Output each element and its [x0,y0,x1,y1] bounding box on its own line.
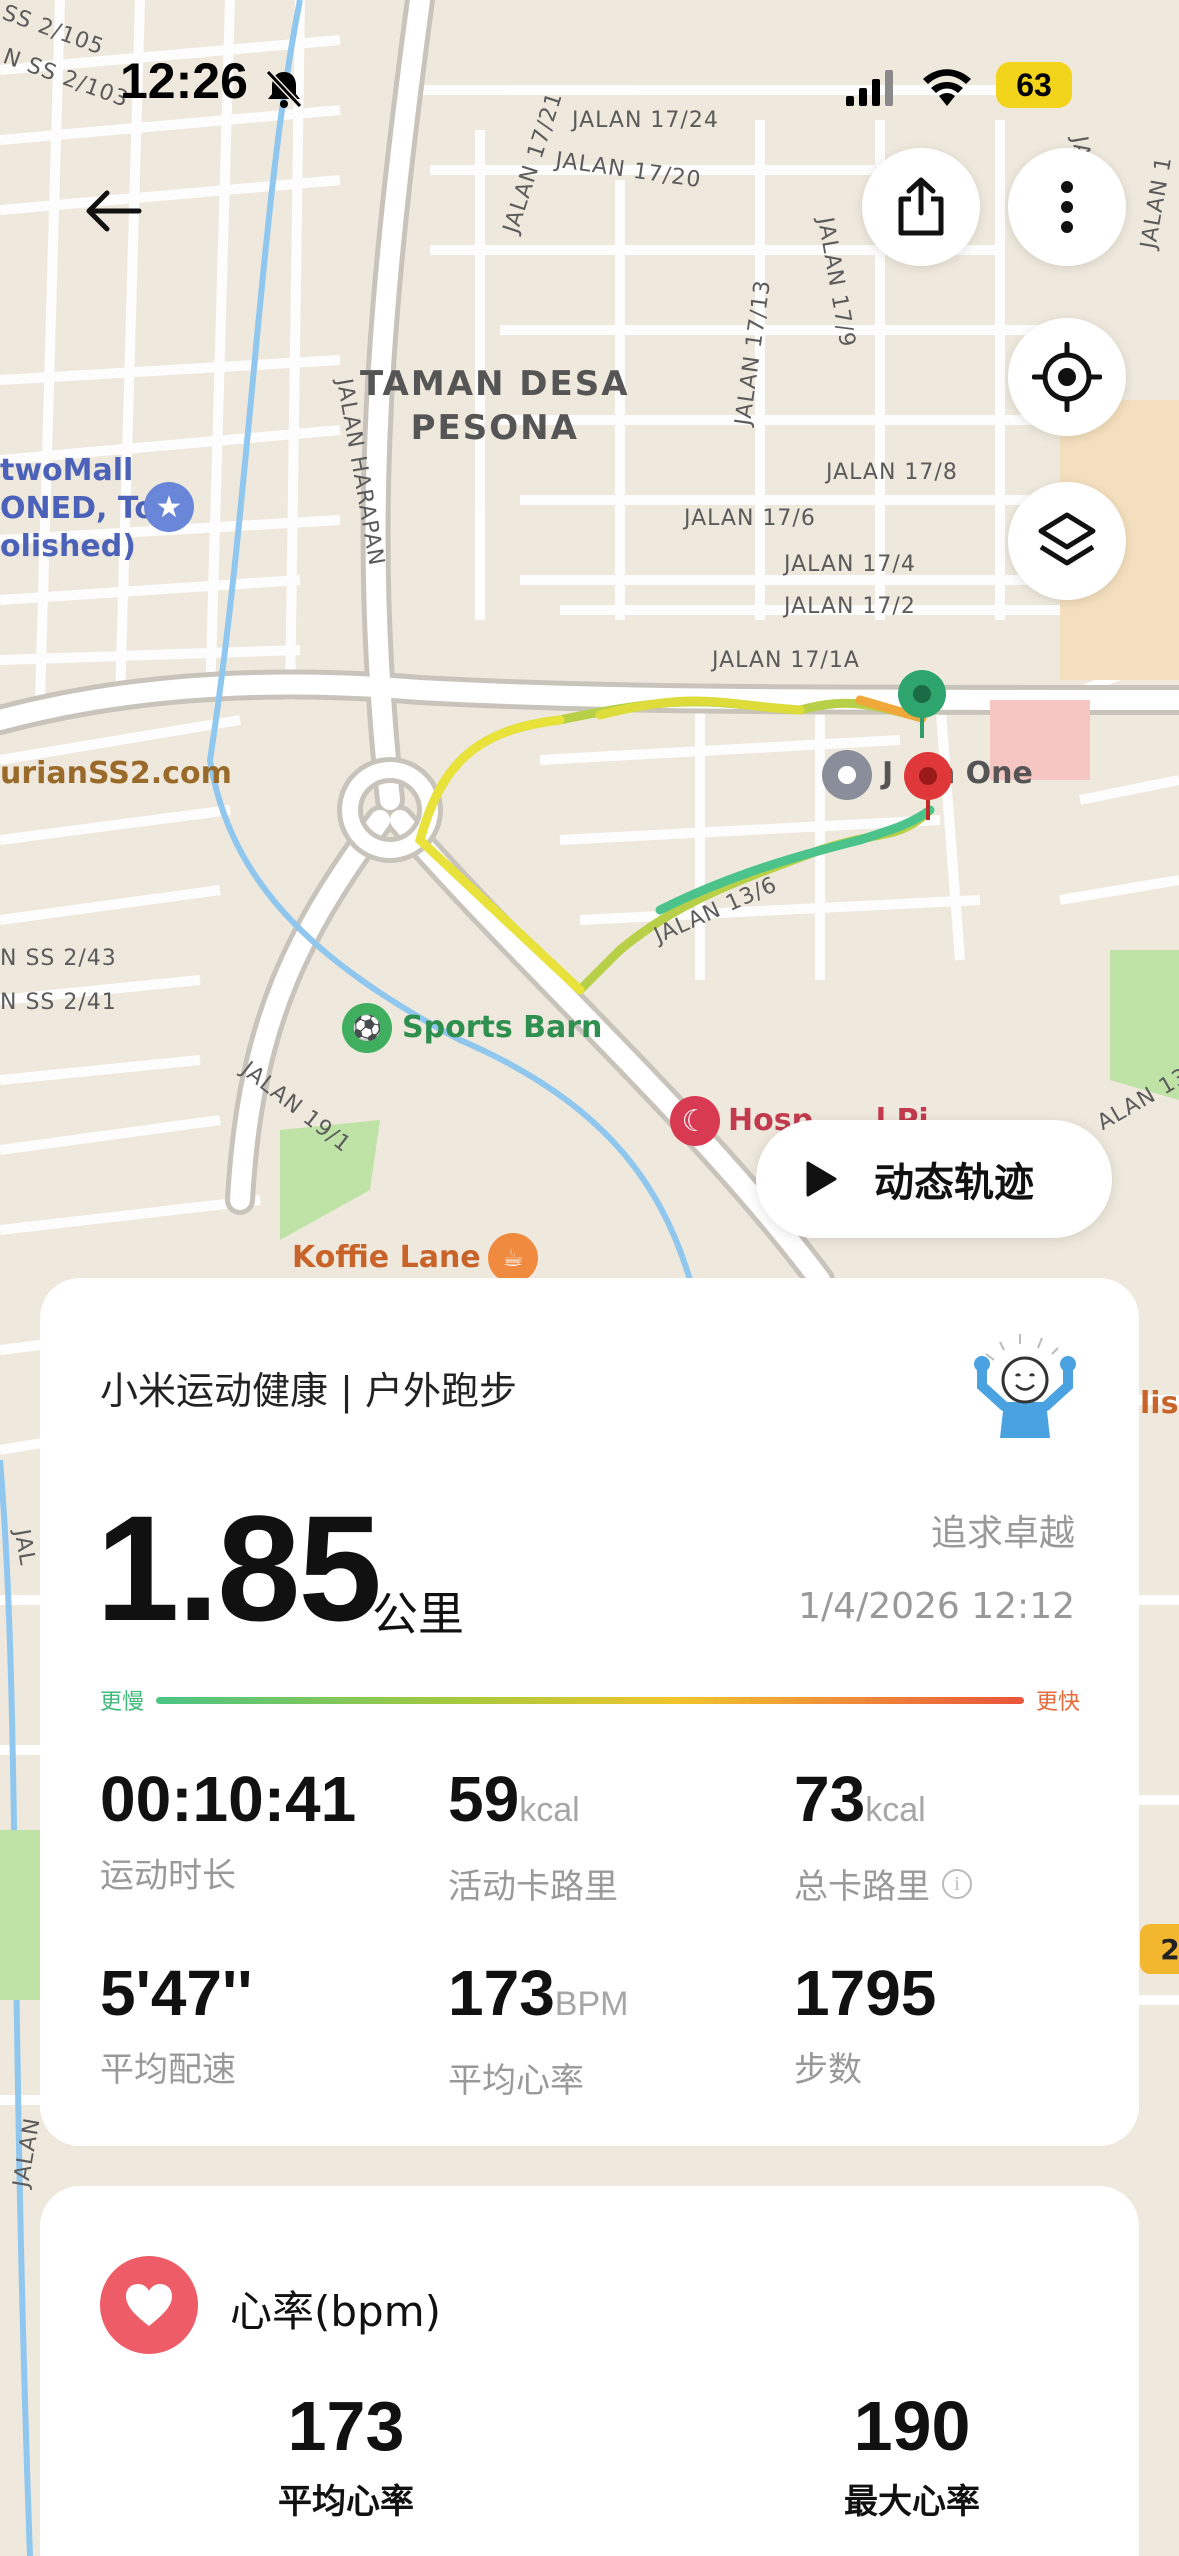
stat-value: 5'47'' [100,1957,253,2029]
stat-value: 59 [448,1763,520,1835]
track-replay-button[interactable]: 动态轨迹 [756,1120,1112,1238]
layers-button[interactable] [1008,482,1126,600]
stat-unit: kcal [519,1791,580,1829]
stat-label: 步数 [794,2050,862,2090]
bell-off-icon [262,66,306,110]
distance-unit: 公里 [372,1587,464,1641]
stat-steps: 1795 步数 [794,1958,1124,2091]
stat-label: 平均心率 [448,2061,584,2101]
battery-icon: 63 [996,62,1072,108]
poi-sports-barn-label[interactable]: Sports Barn [402,1010,602,1045]
avg-heart-rate-value: 173 [287,2387,405,2465]
heart-icon [100,2256,198,2354]
locate-target-icon [1032,342,1102,412]
stat-label: 活动卡路里 [448,1867,618,1907]
status-bar: 12:26 63 [0,0,1179,150]
heart-rate-title: 心率(bpm) [230,2287,442,2336]
street-label: N SS 2/41 [0,990,117,1015]
start-marker-icon[interactable] [896,668,948,740]
end-marker-icon[interactable] [902,750,954,822]
max-heart-rate-label: 最大心率 [844,2482,980,2522]
avg-heart-rate-label: 平均心率 [278,2482,414,2522]
mascot-icon [970,1330,1080,1440]
stat-duration: 00:10:41 运动时长 [100,1764,430,1897]
stat-label: 平均配速 [100,2050,236,2090]
street-label: JALAN 17/4 [784,552,916,577]
stat-value: 173 [448,1957,555,2029]
pace-slow-label: 更慢 [100,1690,145,1715]
stat-total-calories: 73kcal 总卡路里 i [794,1764,1124,1908]
stat-avg-pace: 5'47'' 平均配速 [100,1958,430,2091]
share-icon [898,177,944,236]
pace-fast-label: 更快 [1035,1690,1080,1715]
more-vertical-icon [1061,181,1073,233]
pace-legend: 更慢 更快 [100,1684,1080,1720]
hospital-icon[interactable]: ☾ [670,1096,720,1146]
stat-label: 总卡路里 [794,1867,930,1907]
street-label: JALAN 17/1A [712,648,860,673]
wifi-icon [920,64,974,108]
street-label: N SS 2/43 [0,946,117,971]
stat-avg-heart-rate: 173BPM 平均心率 [448,1958,778,2102]
play-icon [806,1161,837,1197]
stat-value: 73 [794,1763,866,1835]
avg-heart-rate: 173 平均心率 [236,2386,456,2523]
more-button[interactable] [1008,148,1126,266]
stat-unit: kcal [865,1791,926,1829]
star-icon[interactable]: ★ [144,482,194,532]
poi-mall-label[interactable]: twoMall ONED, To olished) [0,452,155,566]
workout-datetime: 1/4/2026 12:12 [798,1586,1075,1627]
heart-rate-card[interactable]: 心率(bpm) 173 平均心率 190 最大心率 [40,2186,1139,2556]
arrow-left-icon [86,190,142,232]
cellular-signal-icon [846,68,896,108]
place-marker-icon[interactable] [822,750,872,800]
back-button[interactable] [78,176,148,246]
track-replay-label: 动态轨迹 [874,1160,1034,1206]
street-label: JALAN 17/6 [684,506,816,531]
road-badge: 2 [1140,1924,1179,1974]
stat-value: 00:10:41 [100,1763,357,1835]
motto-text: 追求卓越 [930,1513,1075,1554]
workout-source-title: 小米运动健康 | 户外跑步 [100,1369,517,1413]
workout-summary-card: 小米运动健康 | 户外跑步 1.85 公里 追求卓越 1/4/2026 12:1… [40,1278,1139,2146]
area-label: TAMAN DESA PESONA [360,364,630,448]
street-label: JALAN 17/2 [784,594,916,619]
coffee-icon[interactable]: ☕ [488,1233,538,1283]
max-heart-rate: 190 最大心率 [802,2386,1022,2523]
poi-durian-label[interactable]: urianSS2.com [0,756,232,791]
status-time: 12:26 [120,53,248,109]
locate-button[interactable] [1008,318,1126,436]
sports-icon[interactable]: ⚽ [342,1003,392,1053]
share-button[interactable] [862,148,980,266]
street-label: JALAN 17/8 [826,460,958,485]
poi-right-partial-label: lis [1140,1386,1179,1421]
distance-value: 1.85 [96,1484,382,1652]
stat-value: 1795 [794,1957,937,2029]
stat-label: 运动时长 [100,1856,236,1896]
stat-unit: BPM [554,1985,629,2023]
info-icon[interactable]: i [942,1868,972,1899]
stat-active-calories: 59kcal 活动卡路里 [448,1764,778,1908]
max-heart-rate-value: 190 [853,2387,971,2465]
layers-icon [1038,512,1096,566]
poi-koffie-lane-label[interactable]: Koffie Lane [292,1240,481,1275]
pace-gradient-bar [156,1697,1024,1704]
